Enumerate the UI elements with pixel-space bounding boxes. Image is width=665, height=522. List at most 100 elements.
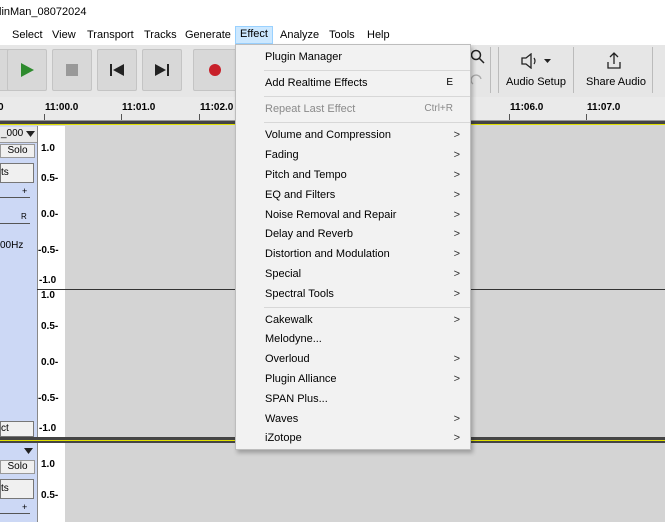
track-control-panel[interactable]: _000 Solo ts + R 00Hz ct — [0, 126, 37, 437]
ruler-tick — [586, 114, 587, 120]
effects-button[interactable]: ts — [0, 479, 34, 499]
menu-item-label: Delay and Reverb — [265, 228, 354, 240]
track-name-button[interactable]: _000 — [0, 127, 37, 143]
submenu-arrow-icon: > — [453, 209, 460, 221]
scale-label: 1.0 — [41, 459, 55, 470]
menu-generate[interactable]: Generate — [181, 27, 235, 43]
submenu-arrow-icon: > — [453, 169, 460, 181]
waveform-ch1[interactable] — [65, 443, 665, 522]
ruler-label: 11:02.0 — [200, 102, 234, 113]
menu-separator — [264, 122, 470, 123]
menu-item-label: Special — [265, 268, 302, 280]
ruler-label: 11:06.0 — [510, 102, 544, 113]
menu-item-span-plus[interactable]: SPAN Plus... — [236, 389, 470, 409]
scale-label: 0.5- — [41, 490, 59, 501]
menu-item-plugin-manager[interactable]: Plugin Manager — [236, 47, 470, 67]
menu-item-overloud[interactable]: Overloud > — [236, 349, 470, 369]
submenu-arrow-icon: > — [453, 149, 460, 161]
skip-to-start-button[interactable] — [97, 49, 137, 91]
menu-item-fading[interactable]: Fading > — [236, 145, 470, 165]
submenu-arrow-icon: > — [453, 353, 460, 365]
menu-item-label: Distortion and Modulation — [265, 248, 390, 260]
play-button[interactable] — [7, 49, 47, 91]
share-audio-button[interactable]: Share Audio — [580, 48, 648, 93]
menu-select[interactable]: Select — [8, 27, 47, 43]
menu-item-izotope[interactable]: iZotope > — [236, 428, 470, 448]
menu-item-plugin-alliance[interactable]: Plugin Alliance > — [236, 369, 470, 389]
solo-button[interactable]: Solo — [0, 460, 35, 474]
menu-item-label: EQ and Filters — [265, 189, 336, 201]
menu-transport[interactable]: Transport — [83, 27, 138, 43]
speaker-icon — [521, 53, 551, 69]
select-button[interactable]: ct — [0, 421, 34, 437]
scale-label: -0.5- — [38, 393, 59, 404]
ruler-tick — [44, 114, 45, 120]
dropdown-arrow-icon — [26, 131, 35, 137]
redo-icon — [470, 74, 482, 85]
menu-item-cakewalk[interactable]: Cakewalk > — [236, 310, 470, 330]
submenu-arrow-icon: > — [453, 288, 460, 300]
scale-label: -1.0 — [39, 275, 57, 286]
menu-item-label: Noise Removal and Repair — [265, 209, 397, 221]
menu-analyze[interactable]: Analyze — [276, 27, 323, 43]
menu-item-label: Fading — [265, 149, 299, 161]
share-icon — [607, 52, 621, 69]
skip-to-end-button[interactable] — [142, 49, 182, 91]
menu-help[interactable]: Help — [363, 27, 394, 43]
submenu-arrow-icon: > — [453, 432, 460, 444]
submenu-arrow-icon: > — [453, 248, 460, 260]
scale-label: 0.0- — [41, 357, 59, 368]
effects-label: ts — [1, 167, 9, 178]
menu-tools[interactable]: Tools — [325, 27, 359, 43]
gain-slider[interactable] — [0, 197, 30, 198]
stop-button[interactable] — [52, 49, 92, 91]
ruler-label: 11:01.0 — [122, 102, 156, 113]
track-control-panel[interactable]: Solo ts + — [0, 443, 37, 522]
pan-right-label: R — [21, 212, 27, 221]
menu-item-pitch-and-tempo[interactable]: Pitch and Tempo > — [236, 165, 470, 185]
pan-slider[interactable] — [0, 223, 30, 224]
menu-item-label: Pitch and Tempo — [265, 169, 347, 181]
menu-view[interactable]: View — [48, 27, 80, 43]
play-icon — [21, 63, 34, 77]
submenu-arrow-icon: > — [453, 413, 460, 425]
menu-effect[interactable]: Effect — [235, 26, 273, 44]
menu-item-distortion-and-modulation[interactable]: Distortion and Modulation > — [236, 244, 470, 264]
gain-slider[interactable] — [0, 513, 30, 514]
menu-item-label: Waves — [265, 413, 299, 425]
menu-item-spectral-tools[interactable]: Spectral Tools > — [236, 284, 470, 304]
menu-item-delay-and-reverb[interactable]: Delay and Reverb > — [236, 224, 470, 244]
zoom-tool[interactable] — [470, 49, 488, 69]
effects-button[interactable]: ts — [0, 163, 34, 183]
effects-label: ts — [1, 483, 9, 494]
window-title: linMan_08072024 — [0, 6, 87, 18]
vertical-ruler-ch1: 1.0 0.5- 0.0- -0.5- -1.0 — [37, 126, 65, 289]
record-button[interactable] — [193, 49, 237, 91]
menu-item-noise-removal-and-repair[interactable]: Noise Removal and Repair > — [236, 205, 470, 225]
solo-button[interactable]: Solo — [0, 144, 35, 158]
menu-tracks[interactable]: Tracks — [140, 27, 181, 43]
menu-item-label: Add Realtime Effects — [265, 77, 368, 89]
scale-label: 1.0 — [41, 143, 55, 154]
scale-label: -0.5- — [38, 245, 59, 256]
menu-item-label: Spectral Tools — [265, 288, 334, 300]
vertical-ruler-ch1: 1.0 0.5- — [37, 443, 65, 522]
menu-item-melodyne[interactable]: Melodyne... — [236, 329, 470, 349]
toolbar-divider — [573, 47, 574, 93]
menu-item-volume-and-compression[interactable]: Volume and Compression > — [236, 125, 470, 145]
menu-item-add-realtime-effects[interactable]: Add Realtime Effects E — [236, 73, 470, 93]
menu-item-eq-and-filters[interactable]: EQ and Filters > — [236, 185, 470, 205]
scale-label: 0.5- — [41, 321, 59, 332]
toolbar-divider — [490, 47, 491, 93]
menu-item-special[interactable]: Special > — [236, 264, 470, 284]
stop-icon — [66, 64, 78, 76]
submenu-arrow-icon: > — [453, 189, 460, 201]
track-name: _000 — [1, 128, 24, 139]
menu-item-waves[interactable]: Waves > — [236, 409, 470, 429]
menu-item-label: Volume and Compression — [265, 129, 391, 141]
audio-setup-button[interactable]: Audio Setup — [502, 48, 570, 93]
solo-label: Solo — [7, 145, 28, 156]
redo-tool[interactable] — [470, 73, 488, 91]
submenu-arrow-icon: > — [453, 268, 460, 280]
menu-item-shortcut: E — [446, 77, 453, 88]
